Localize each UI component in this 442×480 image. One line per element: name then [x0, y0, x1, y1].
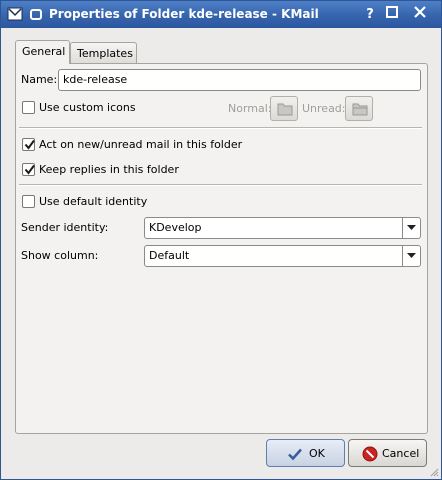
ok-button[interactable]: OK — [266, 439, 345, 467]
name-label: Name: — [21, 73, 58, 86]
cancel-icon — [362, 446, 378, 462]
maximize-icon — [386, 6, 398, 18]
separator-1 — [19, 127, 422, 129]
show-column-label: Show column: — [21, 249, 99, 262]
window-title: Properties of Folder kde-release - KMail — [49, 7, 319, 21]
close-icon — [414, 6, 426, 18]
chevron-down-icon — [407, 253, 416, 258]
folder-name-field[interactable]: kde-release — [58, 69, 421, 91]
tab-general-label: General — [22, 45, 66, 58]
sender-identity-combo[interactable]: KDevelop — [144, 217, 421, 239]
keep-replies-label: Keep replies in this folder — [39, 163, 179, 176]
close-button[interactable] — [411, 6, 429, 23]
tab-templates[interactable]: Templates — [70, 42, 137, 64]
separator-2 — [19, 184, 422, 186]
kmail-app-icon[interactable] — [7, 6, 23, 22]
normal-icon-button[interactable] — [270, 96, 298, 121]
title-bar[interactable]: Properties of Folder kde-release - KMail… — [1, 1, 441, 28]
window-menu-icon[interactable] — [28, 6, 44, 22]
folder-name-value: kde-release — [63, 73, 128, 86]
folder-icon — [277, 103, 293, 116]
use-custom-icons-checkbox[interactable] — [22, 101, 35, 114]
checkmark-icon — [24, 139, 35, 150]
sender-identity-dropdown-arrow[interactable] — [402, 218, 420, 238]
act-on-new-mail-checkbox[interactable] — [22, 138, 35, 151]
normal-icon-label: Normal: — [228, 102, 272, 115]
use-default-identity-label: Use default identity — [39, 195, 148, 208]
maximize-button[interactable] — [383, 6, 401, 23]
cancel-button[interactable]: Cancel — [348, 439, 427, 467]
sender-identity-value: KDevelop — [149, 221, 202, 234]
chevron-down-icon — [407, 225, 416, 230]
act-on-new-mail-label: Act on new/unread mail in this folder — [39, 138, 243, 151]
unread-icon-button[interactable] — [345, 96, 373, 121]
show-column-value: Default — [149, 249, 190, 262]
ok-button-label: OK — [309, 447, 325, 460]
show-column-dropdown-arrow[interactable] — [402, 246, 420, 266]
help-button[interactable]: ? — [361, 6, 379, 23]
folder-open-icon — [352, 103, 368, 116]
checkmark-icon — [24, 164, 35, 175]
keep-replies-checkbox[interactable] — [22, 163, 35, 176]
sender-identity-label: Sender identity: — [21, 221, 109, 234]
use-default-identity-checkbox[interactable] — [22, 195, 35, 208]
show-column-combo[interactable]: Default — [144, 245, 421, 267]
properties-dialog: Properties of Folder kde-release - KMail… — [0, 0, 442, 480]
use-custom-icons-label: Use custom icons — [39, 101, 136, 114]
unread-icon-label: Unread: — [302, 102, 346, 115]
resize-grip-icon[interactable] — [429, 467, 439, 477]
tab-templates-label: Templates — [77, 47, 133, 60]
cancel-button-label: Cancel — [382, 447, 420, 460]
tab-general[interactable]: General — [15, 40, 70, 64]
checkmark-icon — [288, 448, 302, 461]
